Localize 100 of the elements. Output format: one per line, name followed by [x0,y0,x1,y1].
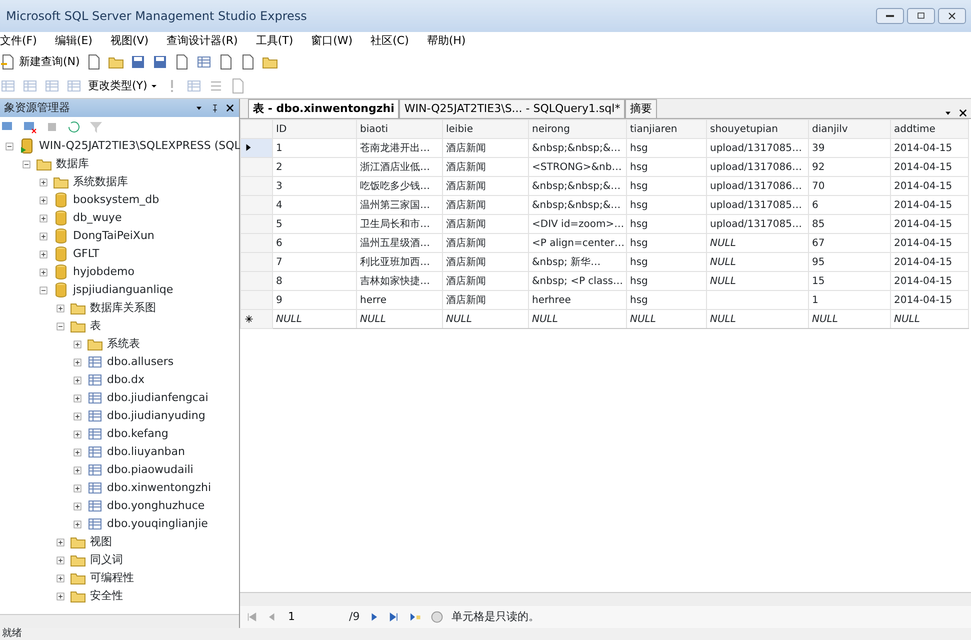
close-icon[interactable] [225,103,235,113]
change-type-button[interactable]: 更改类型(Y) [88,78,158,94]
tree-item[interactable]: dbo.kefang [107,426,168,442]
column-header[interactable]: addtime [890,120,968,138]
expand-icon[interactable] [38,248,49,260]
menu-item[interactable]: 视图(V) [110,32,149,50]
tree-item[interactable]: 系统表 [107,336,140,352]
column-header[interactable]: leibie [442,120,528,138]
document-icon[interactable] [174,54,190,70]
table-cell: <P align=center… [528,234,626,252]
expand-icon[interactable] [72,518,83,530]
tree-item[interactable]: hyjobdemo [73,264,134,280]
save-icon[interactable] [130,54,146,70]
tree-item[interactable]: 同义词 [90,552,123,568]
tree-item[interactable]: dbo.jiudianyuding [107,408,206,424]
tree-item[interactable]: DongTaiPeiXun [73,228,154,244]
tree-item[interactable]: 安全性 [90,588,123,604]
grid-icon[interactable] [196,54,212,70]
expand-icon[interactable] [38,176,49,188]
collapse-icon[interactable] [21,158,32,170]
tree-item[interactable]: dbo.piaowudaili [107,462,194,478]
tree-item[interactable]: 可编程性 [90,570,134,586]
tab[interactable]: 摘要 [625,98,658,118]
column-header[interactable]: dianjilv [808,120,890,138]
expand-icon[interactable] [72,410,83,422]
tree-item[interactable]: 数据库 [56,156,89,172]
stop-icon[interactable] [430,610,444,624]
column-header[interactable]: ID [272,120,356,138]
maximize-button[interactable] [906,8,935,24]
expand-icon[interactable] [72,500,83,512]
menu-item[interactable]: 编辑(E) [54,32,92,50]
menu-item[interactable]: 文件(F) [0,32,37,50]
expand-icon[interactable] [38,266,49,278]
horizontal-scrollbar[interactable] [0,614,239,628]
refresh-icon[interactable] [66,119,82,135]
expand-icon[interactable] [55,302,66,314]
expand-icon[interactable] [72,464,83,476]
tree-item[interactable]: 视图 [90,534,112,550]
expand-icon[interactable] [55,554,66,566]
tree-item[interactable]: 表 [90,318,101,334]
expand-icon[interactable] [55,536,66,548]
table-cell: 92 [808,158,890,176]
close-button[interactable] [938,8,966,24]
tree-item[interactable]: dbo.dx [107,372,144,388]
tree-item[interactable]: dbo.youqinglianjie [107,516,208,532]
expand-icon[interactable] [38,194,49,206]
save-icon[interactable] [152,54,168,70]
table-cell: 酒店新闻 [442,214,528,234]
close-icon[interactable] [958,108,968,118]
table-cell: 2014-04-15 [890,158,968,176]
new-query-button[interactable]: 新建查询(N) [0,54,80,70]
new-row-icon[interactable] [408,611,422,623]
expand-icon[interactable] [38,230,49,242]
column-header[interactable]: tianjiaren [626,120,706,138]
disconnect-icon[interactable] [22,119,38,135]
tree-item[interactable]: dbo.jiudianfengcai [107,390,208,406]
tree-item[interactable]: dbo.allusers [107,354,174,370]
expand-icon[interactable] [72,392,83,404]
expand-icon[interactable] [38,212,49,224]
column-header[interactable]: shouyetupian [706,120,808,138]
minimize-button[interactable] [876,8,904,24]
tree-item[interactable]: WIN-Q25JAT2TIE3\SQLEXPRESS (SQL [39,138,240,154]
expand-icon[interactable] [72,374,83,386]
menu-item[interactable]: 工具(T) [256,32,294,50]
menu-item[interactable]: 社区(C) [370,32,409,50]
document-icon[interactable] [240,54,256,70]
collapse-icon[interactable] [4,140,15,152]
expand-icon[interactable] [72,338,83,350]
expand-icon[interactable] [72,428,83,440]
last-page-icon[interactable] [388,611,400,623]
tree-item[interactable]: db_wuye [73,210,122,226]
table-cell: 卫生局长和市… [356,214,442,234]
tab[interactable]: WIN-Q25JAT2TIE3\S... - SQLQuery1.sql* [399,98,626,118]
menu-item[interactable]: 窗口(W) [311,32,353,50]
expand-icon[interactable] [55,590,66,602]
tree-item[interactable]: 数据库关系图 [90,300,156,316]
expand-icon[interactable] [72,482,83,494]
tree-item[interactable]: booksystem_db [73,192,160,208]
column-header[interactable]: biaoti [356,120,442,138]
menu-item[interactable]: 帮助(H) [426,32,466,50]
collapse-icon[interactable] [38,284,49,296]
tree-item[interactable]: GFLT [73,246,100,262]
expand-icon[interactable] [72,446,83,458]
table-cell: upload/1317085… [706,214,808,234]
tree-item[interactable]: jspjiudianguanliqe [73,282,174,298]
collapse-icon[interactable] [55,320,66,332]
page-field[interactable]: 1 [286,609,341,625]
document-icon[interactable] [86,54,102,70]
tab[interactable]: 表 - dbo.xinwentongzhi [248,98,400,118]
tree-item[interactable]: dbo.xinwentongzhi [107,480,212,496]
tree-item[interactable]: 系统数据库 [73,174,128,190]
expand-icon[interactable] [72,356,83,368]
tree-item[interactable]: dbo.liuyanban [107,444,185,460]
document-icon[interactable] [218,54,234,70]
expand-icon[interactable] [55,572,66,584]
menu-item[interactable]: 查询设计器(R) [166,32,238,50]
column-header[interactable]: neirong [528,120,626,138]
tree-item[interactable]: dbo.yonghuzhuce [107,498,205,514]
table-cell: 5 [272,214,356,234]
table-icon [87,354,103,370]
